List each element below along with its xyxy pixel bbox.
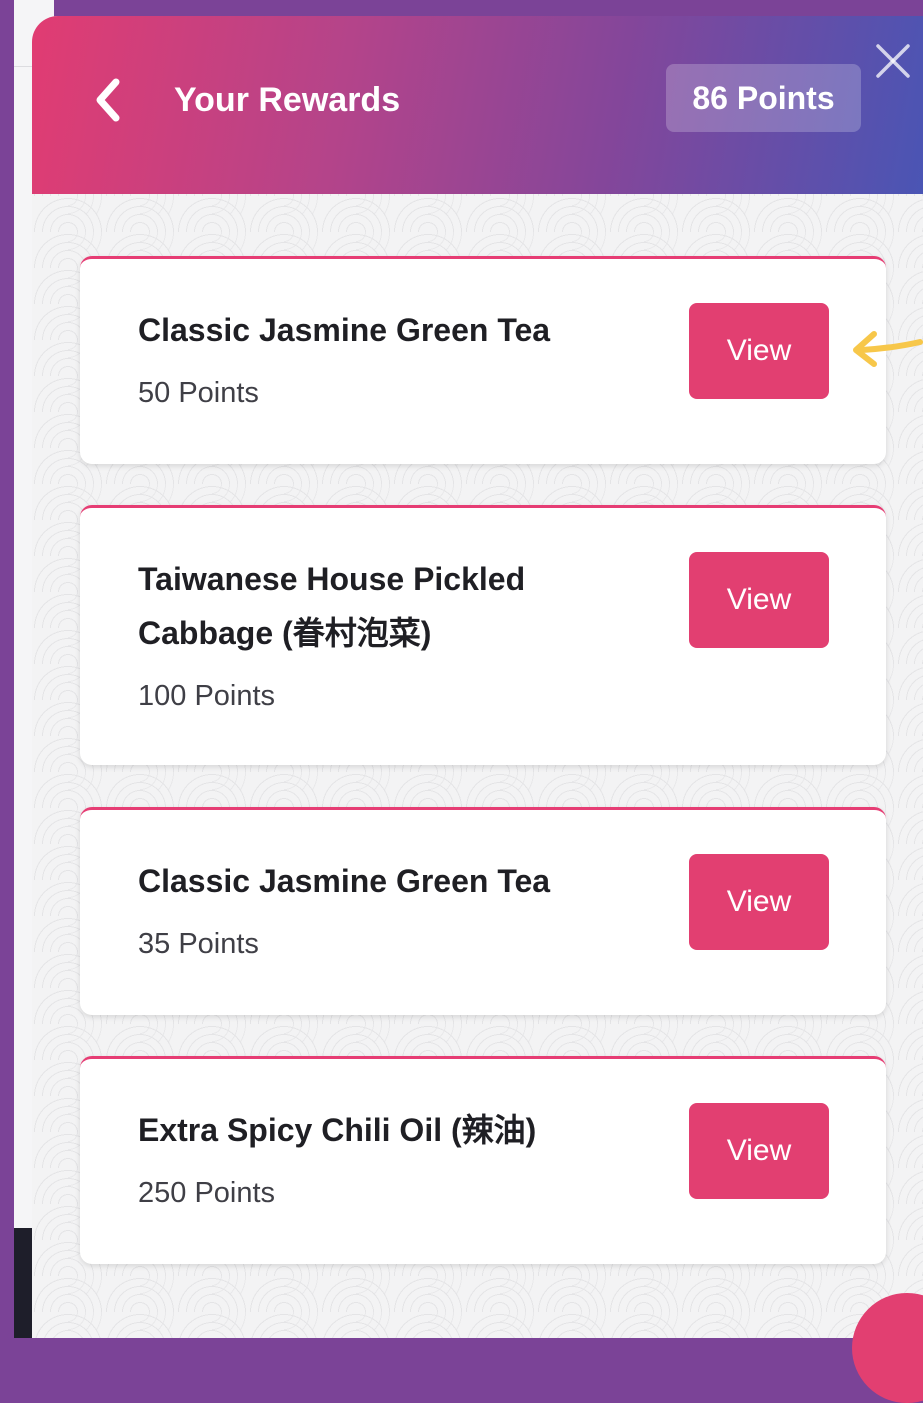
back-button[interactable] bbox=[88, 76, 128, 124]
reward-card: Extra Spicy Chili Oil (辣油) 250 Points Vi… bbox=[80, 1056, 886, 1264]
chevron-left-icon bbox=[96, 78, 120, 122]
reward-card: Classic Jasmine Green Tea 35 Points View bbox=[80, 807, 886, 1015]
reward-points: 35 Points bbox=[138, 928, 259, 960]
panel-header: Your Rewards 86 Points bbox=[32, 16, 923, 194]
reward-points: 100 Points bbox=[138, 680, 276, 712]
page-title: Your Rewards bbox=[174, 81, 401, 119]
reward-name: Classic Jasmine Green Tea bbox=[138, 863, 551, 899]
rewards-panel: Your Rewards 86 Points Classic Jasmine G… bbox=[32, 16, 923, 1338]
view-reward-button[interactable]: View bbox=[689, 1103, 829, 1199]
reward-name: Taiwanese House Pickled Cabbage (眷村泡菜) bbox=[138, 561, 526, 651]
reward-points: 250 Points bbox=[138, 1177, 276, 1209]
view-reward-button[interactable]: View bbox=[689, 552, 829, 648]
reward-name: Extra Spicy Chili Oil (辣油) bbox=[138, 1112, 537, 1148]
reward-name: Classic Jasmine Green Tea bbox=[138, 312, 551, 348]
close-icon bbox=[876, 44, 910, 78]
points-balance-badge: 86 Points bbox=[666, 64, 861, 132]
view-reward-button[interactable]: View bbox=[689, 303, 829, 399]
reward-points: 50 Points bbox=[138, 377, 259, 409]
reward-card: Taiwanese House Pickled Cabbage (眷村泡菜) 1… bbox=[80, 505, 886, 765]
arrow-left-icon bbox=[848, 318, 923, 378]
close-button[interactable] bbox=[872, 40, 914, 82]
reward-card: Classic Jasmine Green Tea 50 Points View bbox=[80, 256, 886, 464]
view-reward-button[interactable]: View bbox=[689, 854, 829, 950]
